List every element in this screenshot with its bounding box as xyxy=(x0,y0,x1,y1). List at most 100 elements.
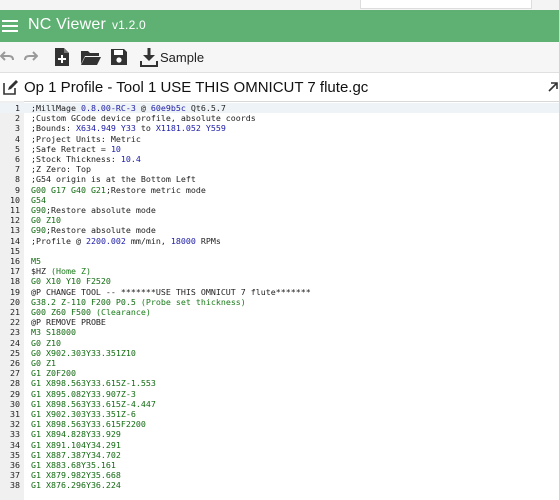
code-token: G38.2 Z-110 F200 P0.5 xyxy=(31,296,136,307)
line-number: 7 xyxy=(15,164,20,175)
code-text: G1 Z0F200 xyxy=(31,368,76,378)
line-number: 12 xyxy=(10,215,20,226)
code-text: @P CHANGE TOOL -- *******USE THIS OMNICU… xyxy=(31,287,311,297)
code-token: G90 xyxy=(31,225,46,236)
code-line[interactable]: 1 ;MillMage 0.8.00-RC-3 @ 60e9b5c Qt6.5.7 xyxy=(0,103,559,114)
collapse-icon[interactable] xyxy=(547,80,559,98)
line-number: 32 xyxy=(10,419,20,430)
save-icon xyxy=(110,48,128,66)
line-number: 38 xyxy=(10,480,20,491)
code-text: G00 G17 G40 G21;Restore metric mode xyxy=(31,185,206,195)
code-text: G0 X902.303Y33.351Z10 xyxy=(31,348,136,358)
code-token: 0.8.00-RC-3 xyxy=(80,103,136,113)
line-number: 14 xyxy=(10,235,20,246)
code-text: G00 Z60 F500 (Clearance) xyxy=(31,307,151,317)
code-text: G0 Z10 xyxy=(31,338,61,348)
sample-label: Sample xyxy=(160,49,205,65)
code-text: @P REMOVE PROBE xyxy=(31,317,106,327)
code-token: Qt6.5.7 xyxy=(185,103,226,113)
open-folder-button[interactable] xyxy=(80,47,102,67)
browser-tab[interactable] xyxy=(360,0,532,9)
gcode-editor[interactable]: 1 ;MillMage 0.8.00-RC-3 @ 60e9b5c Qt6.5.7… xyxy=(0,101,559,500)
code-text: ;Bounds: X634.949 Y33 to X1181.052 Y559 xyxy=(31,123,226,133)
code-text: ;Z Zero: Top xyxy=(31,164,91,174)
line-number: 16 xyxy=(10,256,20,266)
code-token: G00 G17 G40 G21 xyxy=(31,184,106,195)
code-token: ;Custom GCode device profile, absolute c… xyxy=(31,113,256,124)
line-number: 37 xyxy=(10,470,20,481)
code-token: G1 X898.563Y33.615Z-4.447 xyxy=(31,398,156,409)
code-token: ;Project Units: Metric xyxy=(31,133,141,144)
code-token: G1 Z0F200 xyxy=(31,368,76,379)
code-token: 10 xyxy=(110,143,121,154)
line-number: 8 xyxy=(15,174,20,185)
line-number: 6 xyxy=(15,154,20,164)
code-text: ;Safe Retract = 10 xyxy=(31,144,121,154)
save-button[interactable] xyxy=(110,47,128,67)
line-number: 36 xyxy=(10,460,20,470)
line-number: 19 xyxy=(10,286,20,297)
line-number: 33 xyxy=(10,429,20,440)
line-number: 24 xyxy=(10,337,20,348)
code-token: G0 Z10 xyxy=(31,215,61,226)
code-token: G1 X895.082Y33.907Z-3 xyxy=(31,388,136,399)
code-token: G90 xyxy=(31,205,46,215)
code-token: G1 X898.563Y33.615F2200 xyxy=(31,419,146,430)
code-token: G0 Z1 xyxy=(31,358,56,368)
undo-button[interactable] xyxy=(0,47,14,67)
line-number: 26 xyxy=(10,358,20,368)
code-token: ;Z Zero: Top xyxy=(31,164,91,175)
toolbar: Sample xyxy=(0,42,559,73)
code-text: $HZ (Home Z) xyxy=(31,266,91,276)
code-text: G1 X898.563Y33.615Z-1.553 xyxy=(31,378,156,388)
app-version: v1.2.0 xyxy=(111,18,146,32)
code-token: G0 X10 Y10 F2520 xyxy=(31,276,111,287)
file-title: Op 1 Profile - Tool 1 USE THIS OMNICUT 7… xyxy=(24,79,369,96)
folder-open-icon xyxy=(80,48,102,66)
line-number: 31 xyxy=(10,409,20,419)
code-token: 2200.002 xyxy=(85,235,126,246)
code-token: ;Restore absolute mode xyxy=(46,225,156,236)
code-token: G1 X894.828Y33.929 xyxy=(31,429,121,440)
code-text: ;G54 origin is at the Bottom Left xyxy=(31,174,196,184)
code-token: ;Stock Thickness: xyxy=(31,154,121,164)
code-token: to xyxy=(135,123,156,134)
line-number: 35 xyxy=(10,449,20,460)
code-text: G1 X895.082Y33.907Z-3 xyxy=(31,389,136,399)
code-token: RPMs xyxy=(195,235,221,246)
line-number: 4 xyxy=(15,133,20,144)
download-icon xyxy=(140,47,158,67)
code-text: G0 Z1 xyxy=(31,358,56,368)
new-file-button[interactable] xyxy=(54,47,70,67)
undo-icon xyxy=(0,50,14,64)
code-token: G0 X902.303Y33.351Z10 xyxy=(31,347,136,358)
line-number: 18 xyxy=(10,276,20,287)
code-token: G0 Z10 xyxy=(31,337,61,348)
code-text: G1 X879.982Y35.668 xyxy=(31,470,121,480)
code-text: G1 X883.68Y35.161 xyxy=(31,460,116,470)
browser-tab-strip xyxy=(0,0,559,10)
line-number: 22 xyxy=(10,317,20,328)
redo-button[interactable] xyxy=(24,47,38,67)
line-number: 21 xyxy=(10,307,20,317)
code-token: G1 X902.303Y33.351Z-6 xyxy=(31,409,136,419)
code-text: ;MillMage 0.8.00-RC-3 @ 60e9b5c Qt6.5.7 xyxy=(31,103,226,113)
code-text: G38.2 Z-110 F200 P0.5 (Probe set thickne… xyxy=(31,297,246,307)
code-token: X634.949 Y33 xyxy=(75,123,136,134)
line-number: 3 xyxy=(15,123,20,134)
line-number: 27 xyxy=(10,368,20,379)
sample-button[interactable]: Sample xyxy=(140,47,204,67)
code-token: G1 X898.563Y33.615Z-1.553 xyxy=(31,378,156,389)
line-number: 17 xyxy=(10,266,20,277)
code-token: $HZ xyxy=(31,266,46,277)
line-number: 23 xyxy=(10,327,20,338)
line-number: 20 xyxy=(10,296,20,307)
code-token: X1181.052 Y559 xyxy=(155,123,226,134)
code-token: mm/min, xyxy=(125,235,171,246)
code-text: ;Stock Thickness: 10.4 xyxy=(31,154,141,164)
line-number: 34 xyxy=(10,439,20,450)
hamburger-menu-icon[interactable] xyxy=(2,17,20,35)
line-number: 1 xyxy=(15,103,20,113)
code-token: ;Safe Retract = xyxy=(31,143,111,154)
edit-icon[interactable] xyxy=(2,79,19,101)
